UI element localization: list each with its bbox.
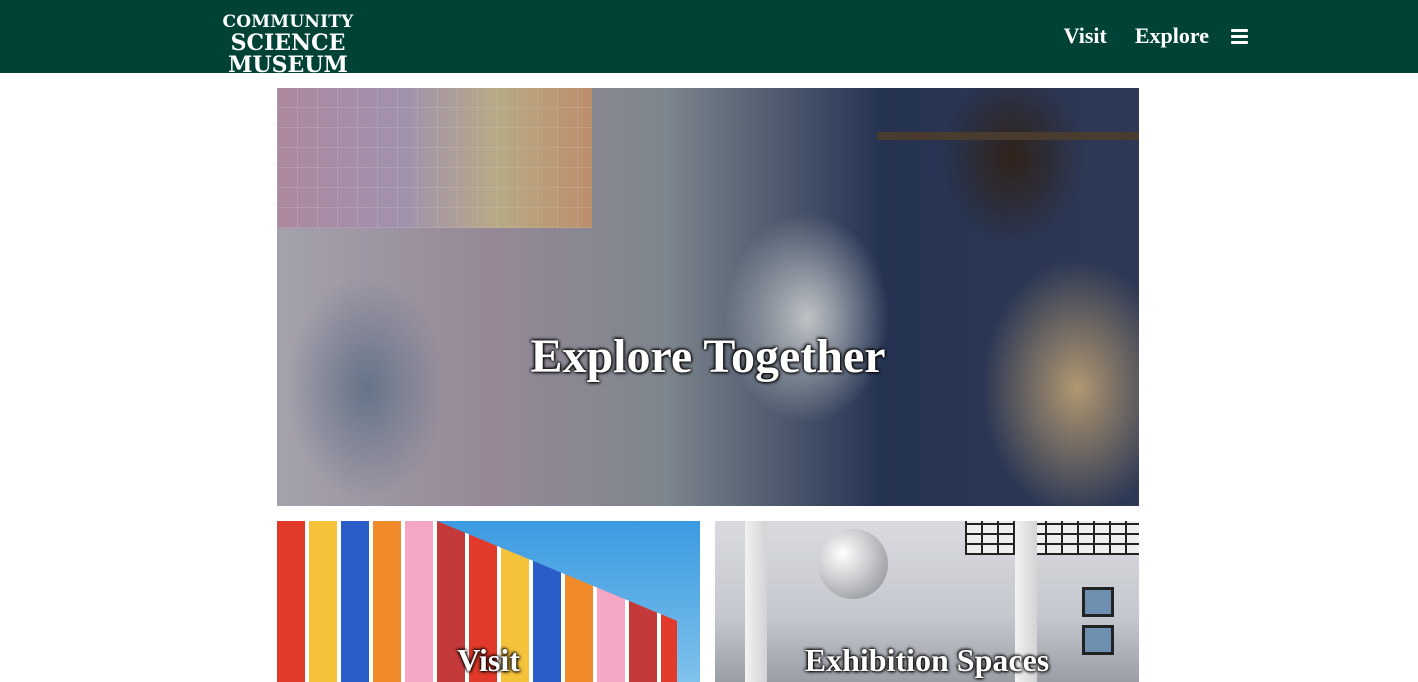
hero-explore-together[interactable]: Explore Together: [277, 88, 1139, 506]
tile-visit-caption: Visit: [457, 642, 520, 678]
menu-bar: [1231, 28, 1248, 32]
site-header: COMMUNITY SCIENCE MUSEUM Visit Explore: [0, 0, 1418, 78]
hamburger-menu-icon[interactable]: [1231, 28, 1248, 45]
tile-exhibition-spaces[interactable]: Exhibition Spaces: [715, 521, 1139, 682]
hero-caption: Explore Together: [530, 330, 886, 383]
menu-bar: [1231, 34, 1248, 38]
ceiling-grid: [965, 521, 1139, 555]
tile-visit[interactable]: Visit: [277, 521, 700, 682]
tile-exhibition-caption: Exhibition Spaces: [804, 642, 1050, 678]
site-logo[interactable]: COMMUNITY SCIENCE MUSEUM: [172, 12, 404, 78]
hero-image-overlay: [277, 88, 1139, 506]
logo-line-community: COMMUNITY: [222, 12, 354, 32]
nav-link-visit[interactable]: Visit: [1064, 22, 1107, 50]
logo-line-science-museum: SCIENCE MUSEUM: [228, 30, 348, 78]
main-nav: Visit Explore: [1064, 22, 1248, 50]
wall-artwork: [1082, 587, 1114, 617]
nav-link-explore[interactable]: Explore: [1135, 22, 1209, 50]
menu-bar: [1231, 40, 1248, 44]
mirror-sphere-exhibit: [818, 529, 888, 599]
